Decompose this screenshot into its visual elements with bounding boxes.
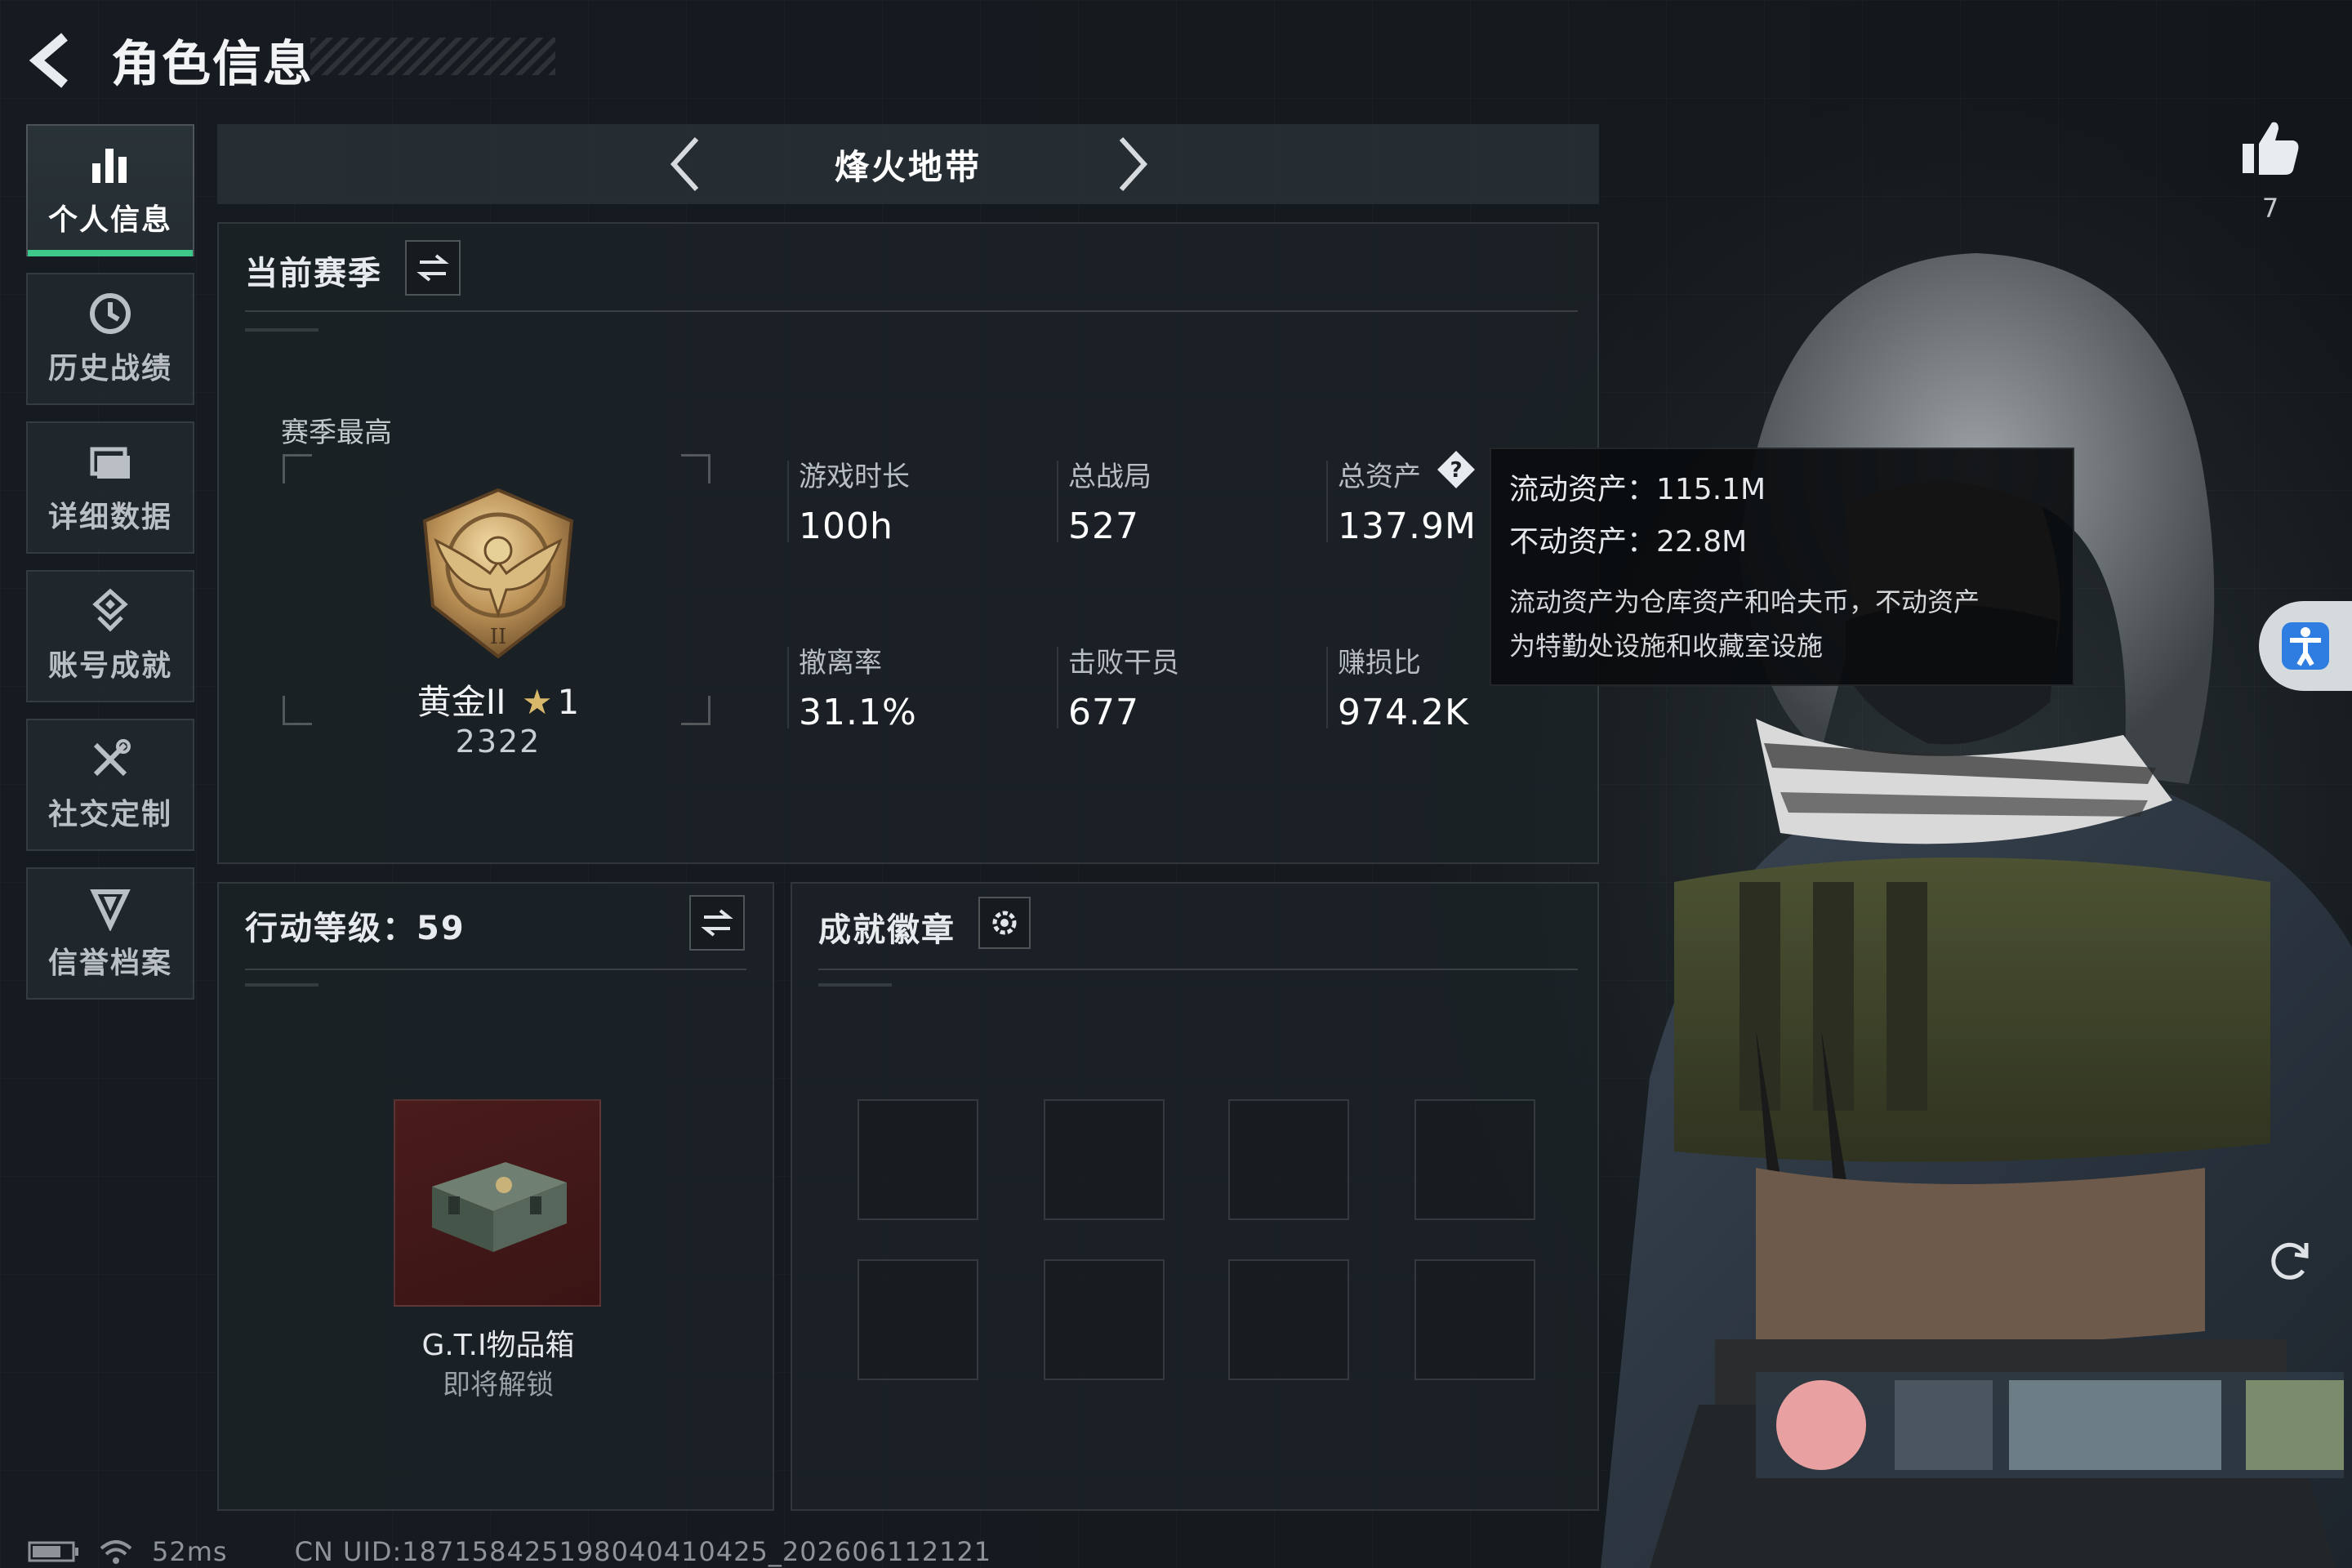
badges-settings-button[interactable] bbox=[978, 897, 1031, 949]
reward-name: G.T.I物品箱 bbox=[421, 1329, 575, 1362]
title-decoration bbox=[310, 38, 555, 75]
tools-icon bbox=[93, 739, 131, 777]
gear-icon bbox=[992, 911, 1017, 935]
thumbs-up-icon bbox=[2243, 122, 2299, 175]
stat-total-matches: 总战局 527 bbox=[1057, 454, 1313, 547]
svg-text:II: II bbox=[490, 625, 507, 649]
action-level-switch-button[interactable] bbox=[689, 895, 745, 951]
tooltip-fixed-assets: 不动资产：22.8M bbox=[1509, 525, 1748, 559]
sidebar-item-label: 历史战绩 bbox=[47, 352, 172, 385]
stat-kills: 击败干员 677 bbox=[1057, 640, 1313, 733]
stat-play-time: 游戏时长 100h bbox=[787, 454, 1044, 547]
sidebar-item-social-custom[interactable]: 社交定制 bbox=[26, 719, 194, 851]
rank-score: 2322 bbox=[455, 724, 541, 760]
season-best-label: 赛季最高 bbox=[281, 416, 392, 449]
divider bbox=[245, 969, 746, 970]
back-button[interactable] bbox=[24, 28, 82, 93]
sidebar-item-label: 信誉档案 bbox=[47, 947, 172, 980]
switch-icon bbox=[701, 909, 733, 937]
badge-slot[interactable] bbox=[1228, 1259, 1349, 1380]
mode-title: 烽火地带 bbox=[834, 146, 982, 187]
history-icon bbox=[90, 293, 131, 334]
badge-slot[interactable] bbox=[1414, 1099, 1535, 1220]
divider bbox=[245, 310, 1578, 312]
divider bbox=[818, 969, 1578, 970]
action-level-title: 行动等级：59 bbox=[245, 910, 466, 947]
refresh-icon bbox=[2271, 1242, 2309, 1280]
asset-tooltip: 流动资产：115.1M 不动资产：22.8M 流动资产为仓库资产和哈夫币，不动资… bbox=[1490, 448, 2074, 686]
sidebar-item-label: 社交定制 bbox=[47, 798, 172, 831]
status-bar: 52ms CN UID:187158425198040410425_202606… bbox=[28, 1535, 991, 1568]
stat-extraction-rate: 撤离率 31.1% bbox=[787, 640, 1044, 733]
season-panel-title: 当前赛季 bbox=[245, 255, 382, 292]
next-mode-button[interactable] bbox=[1104, 136, 1161, 193]
rank-name: 黄金II ★ 1 bbox=[416, 682, 580, 722]
badge-slot[interactable] bbox=[1044, 1099, 1165, 1220]
chevron-right-icon bbox=[1119, 136, 1148, 192]
character-model[interactable] bbox=[1552, 212, 2352, 1568]
reward-item[interactable] bbox=[394, 1099, 601, 1307]
season-switch-button[interactable] bbox=[405, 240, 461, 296]
wifi-icon bbox=[100, 1540, 132, 1564]
sidebar-item-credit-profile[interactable]: 信誉档案 bbox=[26, 867, 194, 1000]
like-button[interactable] bbox=[2238, 116, 2303, 181]
rank-emblem-icon: II bbox=[422, 488, 574, 659]
divider bbox=[245, 328, 318, 332]
svg-text:?: ? bbox=[1450, 458, 1462, 483]
sidebar-item-detailed-data[interactable]: 详细数据 bbox=[26, 421, 194, 554]
uid-text: CN UID:187158425198040410425_20260611212… bbox=[294, 1536, 992, 1567]
chevron-left-icon bbox=[670, 136, 699, 192]
sidebar: 个人信息 历史战绩 详细数据 账号成就 社交定制 信誉档案 bbox=[26, 124, 194, 1016]
battery-icon bbox=[28, 1541, 78, 1562]
folder-icon bbox=[90, 447, 130, 479]
mode-selector: 烽火地带 bbox=[217, 124, 1599, 204]
asset-help-button[interactable]: ? bbox=[1436, 449, 1477, 490]
shield-icon bbox=[90, 889, 131, 931]
tooltip-liquid-assets: 流动资产：115.1M bbox=[1509, 473, 1766, 506]
star-icon: ★ bbox=[521, 682, 553, 722]
ping-value: 52ms bbox=[152, 1536, 228, 1567]
divider bbox=[245, 983, 318, 987]
rotate-model-button[interactable] bbox=[2265, 1236, 2313, 1284]
bar-chart-icon bbox=[92, 149, 127, 183]
prev-mode-button[interactable] bbox=[657, 136, 714, 193]
sidebar-item-personal-info[interactable]: 个人信息 bbox=[26, 124, 194, 256]
badge-slot[interactable] bbox=[1414, 1259, 1535, 1380]
question-icon: ? bbox=[1437, 451, 1475, 488]
sidebar-item-label: 账号成就 bbox=[47, 649, 172, 683]
back-arrow-icon bbox=[29, 33, 68, 88]
switch-icon bbox=[416, 254, 449, 282]
sidebar-item-history[interactable]: 历史战绩 bbox=[26, 273, 194, 405]
achievement-icon bbox=[92, 588, 128, 632]
accessibility-icon bbox=[2282, 622, 2329, 670]
tooltip-description: 流动资产为仓库资产和哈夫币，不动资产 为特勤处设施和收藏室设施 bbox=[1509, 586, 1980, 662]
divider bbox=[818, 983, 892, 987]
accessibility-button[interactable] bbox=[2259, 601, 2352, 691]
sidebar-item-achievements[interactable]: 账号成就 bbox=[26, 570, 194, 702]
badge-slot[interactable] bbox=[1228, 1099, 1349, 1220]
badge-slot[interactable] bbox=[858, 1099, 978, 1220]
like-count: 7 bbox=[2261, 193, 2279, 224]
badges-title: 成就徽章 bbox=[818, 911, 956, 949]
sidebar-item-label: 详细数据 bbox=[47, 501, 172, 534]
page-title: 角色信息 bbox=[111, 36, 314, 93]
sidebar-item-label: 个人信息 bbox=[47, 203, 172, 237]
badge-slot[interactable] bbox=[1044, 1259, 1165, 1380]
crate-icon bbox=[432, 1162, 567, 1252]
reward-status: 即将解锁 bbox=[443, 1369, 554, 1401]
badge-slot[interactable] bbox=[858, 1259, 978, 1380]
